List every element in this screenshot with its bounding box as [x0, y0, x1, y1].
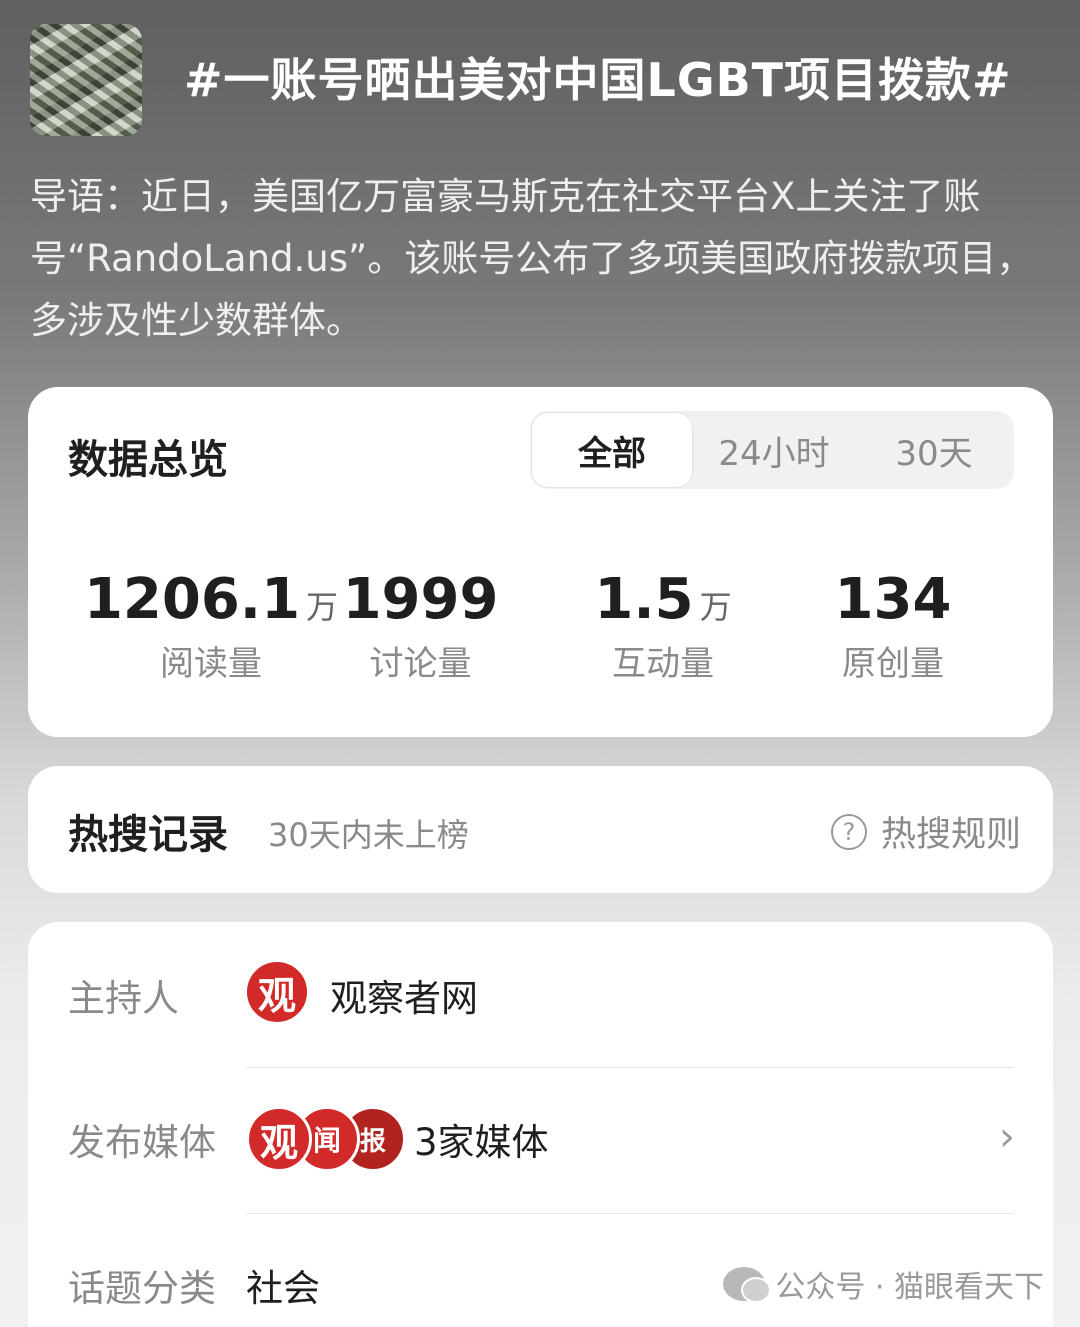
media-label: 发布媒体: [68, 1121, 216, 1164]
media-count: 3家媒体: [414, 1121, 549, 1164]
stat-originals-label: 原创量: [842, 644, 944, 684]
hot-search-status: 30天内未上榜: [268, 816, 469, 854]
wechat-icon: [723, 1267, 772, 1303]
media-logo-1: 观: [246, 1106, 312, 1172]
chevron-right-icon: ›: [999, 1114, 1015, 1160]
host-row[interactable]: 主持人 观 观察者网: [28, 922, 1053, 1066]
host-name: 观察者网: [330, 977, 478, 1020]
stat-originals: 134 原创量: [818, 567, 968, 685]
stat-reads-unit: 万: [306, 588, 339, 626]
stat-interactions: 1.5 万 互动量: [583, 567, 743, 685]
host-logo: 观: [244, 959, 310, 1025]
stat-interactions-unit: 万: [699, 588, 732, 626]
hot-search-card: 热搜记录 30天内未上榜 ? 热搜规则: [28, 766, 1053, 893]
stat-interactions-value: 1.5 万: [594, 567, 732, 632]
tab-all[interactable]: 全部: [532, 413, 692, 487]
time-range-tabs: 全部 24小时 30天: [530, 411, 1014, 489]
category-label: 话题分类: [68, 1267, 216, 1310]
watermark-text: 公众号 · 猫眼看天下: [775, 1270, 1044, 1305]
stat-reads: 1206.1 万 阅读量: [76, 567, 346, 685]
question-icon: ?: [830, 813, 867, 850]
tab-30d[interactable]: 30天: [854, 411, 1014, 489]
stat-originals-value: 134: [834, 567, 952, 632]
hot-search-rules-label: 热搜规则: [880, 815, 1021, 855]
stat-discussions-label: 讨论量: [369, 644, 472, 684]
topic-thumbnail-image: [30, 24, 142, 136]
hot-search-rules-link[interactable]: ? 热搜规则: [830, 806, 1021, 857]
stat-interactions-label: 互动量: [612, 644, 714, 684]
topic-intro: 导语：近日，美国亿万富豪马斯克在社交平台X上关注了账号“RandoLand.us…: [30, 175, 1034, 342]
stat-reads-value: 1206.1 万: [83, 567, 339, 632]
watermark: 公众号 · 猫眼看天下: [723, 1262, 1044, 1306]
host-label: 主持人: [68, 977, 179, 1020]
stat-reads-label: 阅读量: [160, 644, 262, 684]
stats-row: 1206.1 万 阅读量 1999 讨论量 1.5 万 互动量 134 原创量: [28, 567, 1053, 687]
data-overview-card: 数据总览 全部 24小时 30天 1206.1 万 阅读量 1999 讨论量 1.…: [28, 387, 1053, 737]
stat-discussions-value: 1999: [342, 567, 499, 632]
media-row[interactable]: 发布媒体 观 闻 报 3家媒体 ›: [28, 1068, 1053, 1212]
topic-title: #一账号晒出美对中国LGBT项目拨款#: [184, 53, 1012, 107]
tab-24h[interactable]: 24小时: [694, 411, 854, 489]
stat-discussions: 1999 讨论量: [338, 567, 503, 685]
topic-header: #一账号晒出美对中国LGBT项目拨款# 导语：近日，美国亿万富豪马斯克在社交平台…: [0, 0, 1080, 380]
hot-search-title: 热搜记录: [68, 812, 228, 858]
category-value: 社会: [246, 1267, 320, 1310]
overview-title: 数据总览: [68, 437, 228, 483]
